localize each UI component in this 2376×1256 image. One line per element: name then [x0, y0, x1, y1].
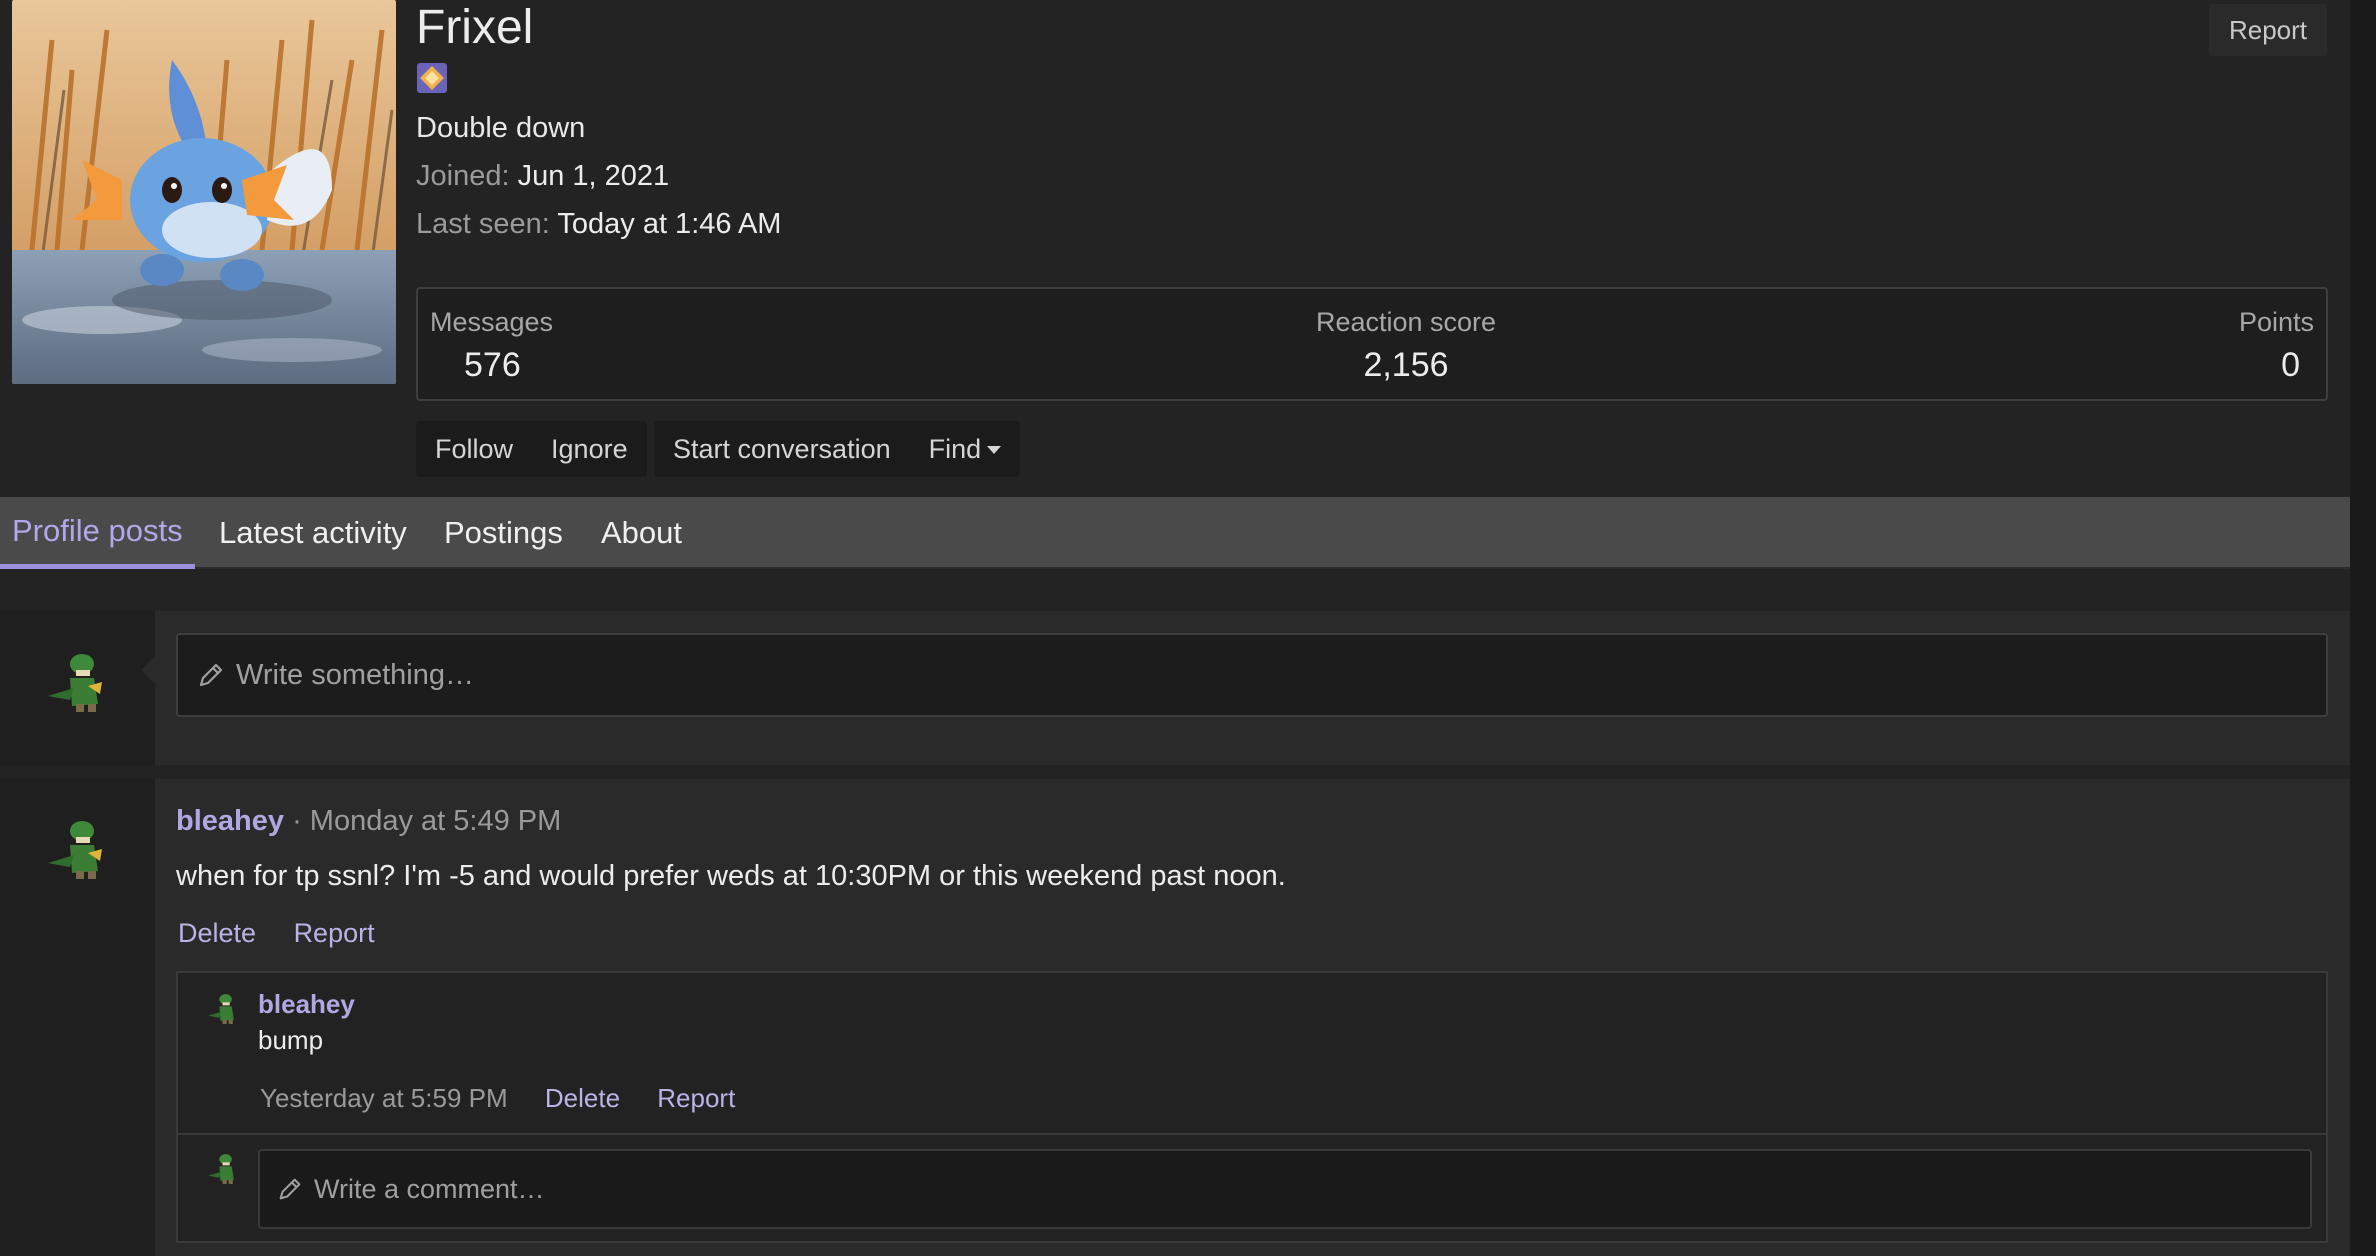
member-stats: Messages 576 Reaction score 2,156 Points…	[416, 287, 2328, 401]
scrollbar-track[interactable]	[2350, 0, 2376, 1256]
comment-delete-link[interactable]: Delete	[545, 1083, 620, 1113]
find-label: Find	[928, 433, 982, 464]
comment-text: bump	[258, 1025, 324, 1055]
post-header: bleahey · Monday at 5:49 PM	[176, 805, 561, 838]
caret-down-icon	[987, 446, 1002, 454]
last-seen-label: Last seen:	[416, 208, 550, 240]
comment-author-name[interactable]: bleahey	[258, 989, 355, 1020]
post-timestamp[interactable]: Monday at 5:49 PM	[310, 805, 561, 837]
comment-author-avatar[interactable]	[204, 991, 240, 1027]
write-comment-input[interactable]: Write a comment…	[258, 1149, 2312, 1229]
post-author-avatar[interactable]	[40, 815, 110, 885]
start-conversation-button[interactable]: Start conversation	[654, 421, 910, 477]
follow-ignore-group: Follow Ignore	[416, 421, 647, 477]
post-delete-link[interactable]: Delete	[178, 918, 256, 948]
write-comment-placeholder: Write a comment…	[314, 1173, 545, 1204]
profile-avatar[interactable]	[12, 0, 396, 384]
stat-messages-label: Messages	[430, 307, 554, 337]
write-something-placeholder: Write something…	[236, 658, 474, 691]
last-seen-row: Last seen: Today at 1:46 AM	[416, 208, 781, 241]
stat-reaction-label: Reaction score	[1315, 307, 1497, 337]
pencil-icon	[279, 1178, 301, 1200]
comment-meta: Yesterday at 5:59 PM Delete Report	[260, 1083, 765, 1114]
stat-points[interactable]: Points 0	[2239, 307, 2314, 385]
last-seen-value[interactable]: Today at 1:46 AM	[557, 208, 781, 240]
post-report-link[interactable]: Report	[294, 918, 375, 948]
stat-messages[interactable]: Messages 576	[430, 307, 553, 385]
post-actions: Delete Report	[178, 918, 405, 949]
joined-value: Jun 1, 2021	[517, 160, 670, 192]
follow-button[interactable]: Follow	[416, 421, 532, 477]
joined-label: Joined:	[416, 160, 510, 192]
report-profile-button[interactable]: Report	[2209, 4, 2327, 56]
ignore-button[interactable]: Ignore	[532, 421, 647, 477]
tab-profile-posts[interactable]: Profile posts	[0, 497, 195, 569]
profile-tabs: Profile posts Latest activity Postings A…	[0, 497, 2350, 569]
post-message: when for tp ssnl? I'm -5 and would prefe…	[176, 860, 1286, 892]
post-separator: ·	[292, 805, 302, 837]
tab-about[interactable]: About	[601, 497, 682, 569]
stat-reaction-score[interactable]: Reaction score 2,156	[1306, 307, 1506, 385]
stat-points-value[interactable]: 0	[2239, 346, 2314, 385]
stat-reaction-value[interactable]: 2,156	[1306, 346, 1506, 385]
post-comments: bleahey bump Yesterday at 5:59 PM Delete…	[176, 971, 2328, 1243]
comment-composer-avatar[interactable]	[204, 1151, 240, 1187]
find-dropdown-button[interactable]: Find	[910, 421, 1021, 477]
composer-avatar[interactable]	[40, 648, 110, 718]
comment-timestamp[interactable]: Yesterday at 5:59 PM	[260, 1083, 508, 1113]
post-author-name[interactable]: bleahey	[176, 805, 284, 837]
avatar-illustration	[12, 0, 396, 384]
tab-postings[interactable]: Postings	[444, 497, 563, 569]
comment-divider	[178, 1133, 2326, 1135]
profile-user-title: Double down	[416, 112, 586, 144]
diamond-badge-icon[interactable]	[416, 62, 448, 94]
conversation-find-group: Start conversation Find	[654, 421, 1021, 477]
comment-report-link[interactable]: Report	[657, 1083, 735, 1113]
page: Frixel Double down Joined: Jun 1, 2021 L…	[0, 0, 2350, 1256]
tab-latest-activity[interactable]: Latest activity	[219, 497, 407, 569]
stat-messages-value[interactable]: 576	[430, 346, 553, 385]
pencil-icon	[199, 663, 223, 687]
write-something-input[interactable]: Write something…	[176, 633, 2328, 717]
stat-points-label: Points	[2238, 307, 2314, 337]
profile-username: Frixel	[416, 1, 534, 54]
joined-row: Joined: Jun 1, 2021	[416, 160, 669, 193]
composer-pointer	[141, 656, 155, 684]
